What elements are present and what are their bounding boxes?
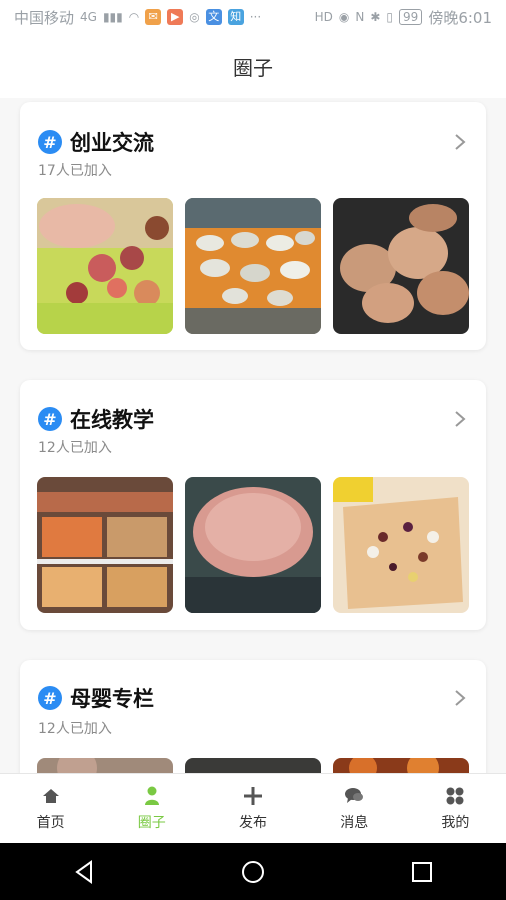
nav-messages[interactable]: 消息 <box>304 774 405 844</box>
circle-card[interactable]: # 创业交流 17人已加入 <box>20 102 486 350</box>
thumbnail-row <box>37 758 469 773</box>
chevron-right-icon[interactable] <box>450 132 470 152</box>
wifi-icon: ◠ <box>128 10 140 24</box>
app-header: 圈子 <box>0 34 506 98</box>
status-right: HD ◉ N ✱ ▯ 99 傍晚6:01 <box>315 7 492 28</box>
wechat-icon: ◎ <box>189 10 200 24</box>
thumbnail-image[interactable] <box>185 477 321 613</box>
thumbnail-image[interactable] <box>333 198 469 334</box>
nav-label: 消息 <box>340 815 369 831</box>
back-icon[interactable] <box>70 858 98 886</box>
nav-label: 发布 <box>239 815 267 831</box>
circle-list[interactable]: # 创业交流 17人已加入 # 在线教学 12人已加入 # 母婴专栏 12人已加… <box>0 98 506 773</box>
bottom-nav: 首页 圈子 发布 消息 我的 <box>0 773 506 844</box>
circle-title: 在线教学 <box>70 408 154 432</box>
circle-card-header[interactable]: # 创业交流 <box>38 128 470 156</box>
page-title: 圈子 <box>233 55 273 80</box>
home-icon <box>41 786 61 806</box>
grid-icon <box>445 786 465 806</box>
nav-circle[interactable]: 圈子 <box>101 774 202 844</box>
nav-label: 圈子 <box>137 815 166 831</box>
person-icon <box>142 786 162 806</box>
chat-icon <box>344 786 364 806</box>
circle-title: 母婴专栏 <box>70 687 154 711</box>
thumbnail-row <box>37 198 469 334</box>
status-left: 中国移动 4G ▮▮▮ ◠ ✉ ▶ ◎ 文 知 ··· <box>14 7 261 28</box>
circle-title: 创业交流 <box>70 131 154 155</box>
hash-icon: # <box>38 686 62 710</box>
nav-label: 首页 <box>36 815 65 831</box>
bluetooth-icon: ✱ <box>370 10 381 24</box>
battery-icon: 99 <box>399 9 423 25</box>
app-notification-icon: ✉ <box>145 9 162 25</box>
hash-icon: # <box>38 407 62 431</box>
more-dots-icon: ··· <box>249 10 262 24</box>
thumbnail-image[interactable] <box>37 198 173 334</box>
thumbnail-image[interactable] <box>333 758 469 773</box>
clock-label: 傍晚6:01 <box>428 8 492 27</box>
member-count: 17人已加入 <box>38 163 112 179</box>
plus-icon <box>243 786 263 806</box>
chevron-right-icon[interactable] <box>450 409 470 429</box>
signal-icon: ▮▮▮ <box>102 10 123 24</box>
thumbnail-image[interactable] <box>185 758 321 773</box>
chevron-right-icon[interactable] <box>450 688 470 708</box>
vibrate-icon: ▯ <box>386 10 394 24</box>
eye-icon: ◉ <box>338 10 350 24</box>
home-circle-icon[interactable] <box>239 858 267 886</box>
doc-notification-icon: 文 <box>205 9 222 25</box>
zhihu-notification-icon: 知 <box>227 9 244 25</box>
thumbnail-row <box>37 477 469 613</box>
member-count: 12人已加入 <box>38 721 112 737</box>
nav-profile[interactable]: 我的 <box>405 774 506 844</box>
nav-home[interactable]: 首页 <box>0 774 101 844</box>
nav-publish[interactable]: 发布 <box>202 774 303 844</box>
nfc-icon: N <box>355 10 365 24</box>
system-nav-bar <box>0 843 506 900</box>
member-count: 12人已加入 <box>38 440 112 456</box>
network-label: 4G <box>80 10 97 24</box>
hd-badge: HD <box>314 10 333 24</box>
carrier-label: 中国移动 <box>14 8 75 27</box>
circle-card-header[interactable]: # 母婴专栏 <box>38 684 470 712</box>
video-notification-icon: ▶ <box>167 9 184 25</box>
circle-card-header[interactable]: # 在线教学 <box>38 405 470 433</box>
recents-icon[interactable] <box>408 858 436 886</box>
thumbnail-image[interactable] <box>37 758 173 773</box>
hash-icon: # <box>38 130 62 154</box>
circle-card[interactable]: # 在线教学 12人已加入 <box>20 380 486 630</box>
thumbnail-image[interactable] <box>185 198 321 334</box>
circle-card[interactable]: # 母婴专栏 12人已加入 <box>20 660 486 773</box>
thumbnail-image[interactable] <box>37 477 173 613</box>
nav-label: 我的 <box>441 815 470 831</box>
status-bar: 中国移动 4G ▮▮▮ ◠ ✉ ▶ ◎ 文 知 ··· HD ◉ N ✱ ▯ 9… <box>0 0 506 34</box>
thumbnail-image[interactable] <box>333 477 469 613</box>
